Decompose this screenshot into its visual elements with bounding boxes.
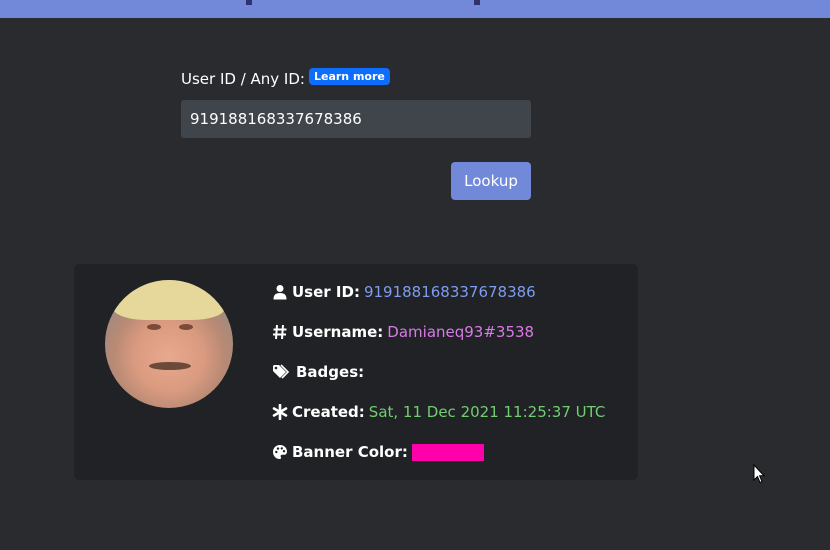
learn-more-badge[interactable]: Learn more <box>308 67 390 85</box>
avatar-mustache <box>149 362 191 370</box>
banner-title-fragment <box>246 0 252 5</box>
created-colon: : <box>358 403 365 421</box>
banner-title-fragment <box>474 0 480 5</box>
form-label-row: User ID / Any ID: Learn more <box>181 64 531 94</box>
created-value: Sat, 11 Dec 2021 11:25:37 UTC <box>368 403 606 421</box>
banner-color-swatch <box>411 443 484 461</box>
avatar-eye <box>147 324 161 330</box>
mouse-cursor-icon <box>753 464 765 484</box>
username-row: Username: Damianeq93#3538 <box>272 321 534 343</box>
user-id-label: User ID <box>292 283 354 301</box>
badges-colon: : <box>358 363 365 381</box>
badges-label: Badges <box>296 363 359 381</box>
banner-color-label: Banner Color <box>292 443 402 461</box>
username-value: Damianeq93#3538 <box>387 323 535 341</box>
badges-row: Badges: <box>272 361 368 383</box>
hash-icon <box>273 324 287 340</box>
lookup-form: User ID / Any ID: Learn more Lookup <box>181 64 531 200</box>
avatar <box>105 280 233 408</box>
banner-color-colon: : <box>401 443 408 461</box>
tags-icon <box>273 364 290 379</box>
result-card: User ID: 919188168337678386 Username: Da… <box>74 264 638 480</box>
user-icon <box>273 285 287 300</box>
username-label: Username <box>292 323 378 341</box>
banner-color-row: Banner Color: <box>272 441 484 463</box>
palette-icon <box>273 445 287 459</box>
user-id-value: 919188168337678386 <box>363 283 536 301</box>
lookup-button[interactable]: Lookup <box>451 162 531 200</box>
created-row: Created: Sat, 11 Dec 2021 11:25:37 UTC <box>272 401 605 423</box>
avatar-hair <box>113 280 225 320</box>
username-colon: : <box>377 323 384 341</box>
user-id-colon: : <box>353 283 360 301</box>
created-label: Created <box>292 403 359 421</box>
top-banner <box>0 0 830 18</box>
asterisk-icon <box>272 404 288 420</box>
avatar-eye <box>179 324 193 330</box>
id-input[interactable] <box>181 100 531 138</box>
user-id-row: User ID: 919188168337678386 <box>272 281 536 303</box>
id-label: User ID / Any ID: <box>181 70 305 88</box>
